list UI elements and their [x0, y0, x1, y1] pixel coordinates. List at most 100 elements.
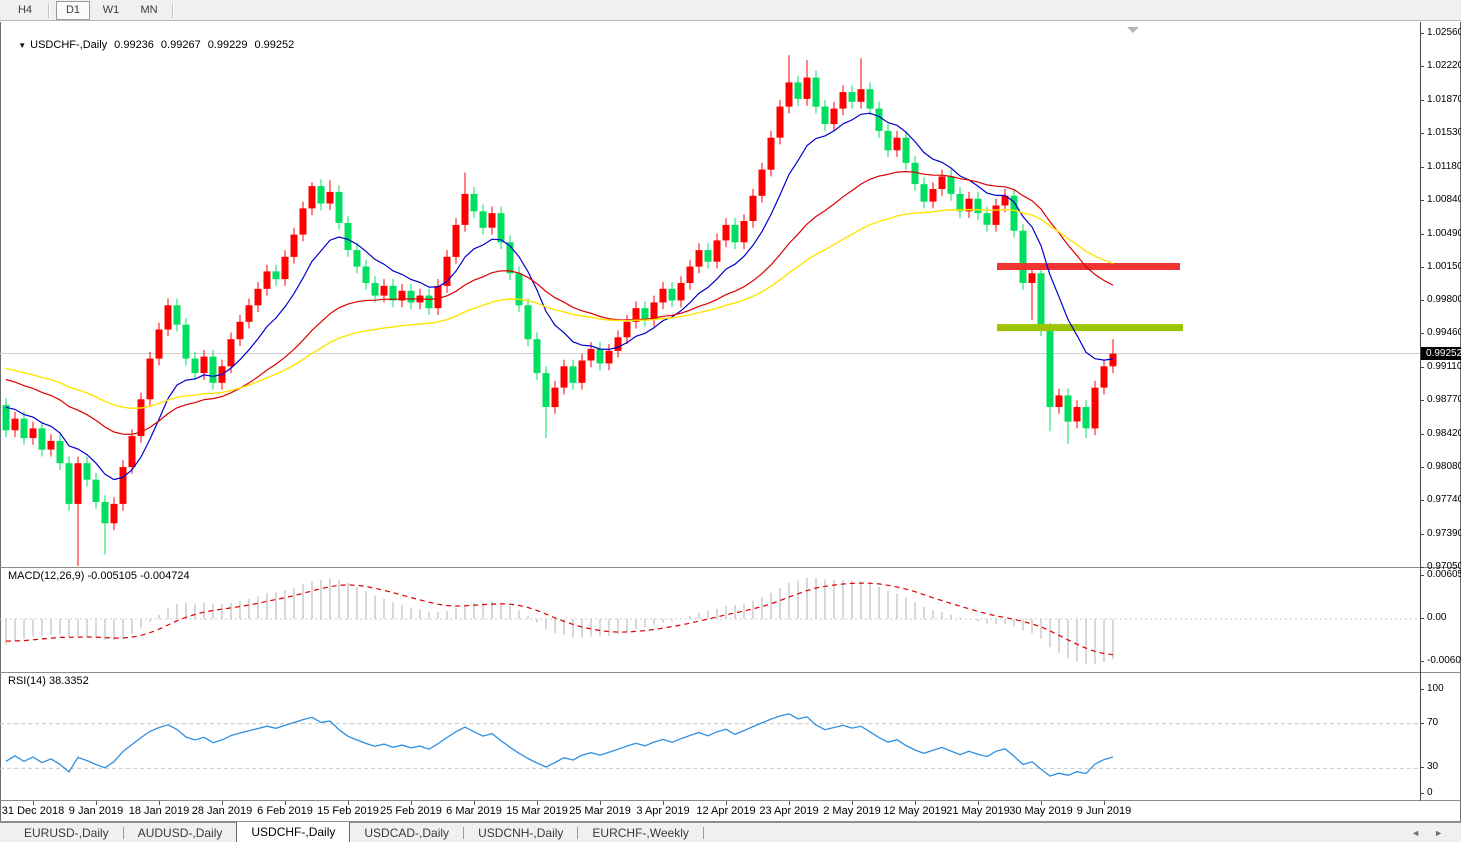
rsi-name: RSI(14): [8, 675, 46, 687]
axis-label: 0.99110: [1427, 361, 1461, 372]
rsi-value: 38.3352: [48, 675, 89, 687]
axis-label: 0.006058: [1427, 569, 1461, 580]
symbol-title: USDCHF-,Daily: [30, 39, 108, 51]
date-label: 31 Dec 2018: [1, 805, 65, 817]
axis-tick: [1421, 100, 1424, 101]
date-label: 30 May 2019: [1009, 805, 1073, 817]
axis-tick: [1421, 133, 1424, 134]
axis-label: 1.00490: [1427, 228, 1461, 239]
hline-support: [997, 324, 1183, 332]
axis-label: 1.02220: [1427, 60, 1461, 71]
date-label: 9 Jun 2019: [1076, 805, 1132, 817]
date-label: 25 Mar 2019: [569, 805, 631, 817]
axis-label: 0.00: [1427, 612, 1447, 623]
ma-fast-blue: [5, 112, 1114, 481]
current-price-badge: 0.99252: [1421, 347, 1461, 360]
price-axis[interactable]: 0.99252 1.02560 1.02220 1.01870 1.01530 1.01…: [1421, 22, 1461, 801]
tab-eurusd[interactable]: EURUSD-,Daily: [10, 823, 123, 842]
axis-tick: [1421, 793, 1424, 794]
chart-menu-arrow-icon[interactable]: ▼: [18, 41, 26, 50]
axis-tick: [1421, 534, 1424, 535]
timeframe-button-h4[interactable]: H4: [8, 1, 42, 20]
date-label: 3 Apr 2019: [636, 805, 690, 817]
macd-values: -0.005105 -0.004724: [87, 570, 190, 582]
ohlc-low: 0.99229: [207, 39, 248, 51]
date-label: 15 Feb 2019: [317, 805, 379, 817]
ohlc-close: 0.99252: [254, 39, 295, 51]
axis-label: 1.01530: [1427, 127, 1461, 138]
axis-tick: [1421, 575, 1424, 576]
mt4-chart-app: H4 D1 W1 MN ▼ USDCHF-,Daily 0.99236 0.99267…: [0, 0, 1461, 842]
axis-tick: [1421, 467, 1424, 468]
rsi-label: RSI(14) 38.3352: [8, 675, 89, 687]
axis-tick: [1421, 33, 1424, 34]
axis-label: -0.006096: [1427, 655, 1461, 666]
macd-label: MACD(12,26,9) -0.005105 -0.004724: [8, 570, 190, 582]
ma-mid-red: [5, 170, 1114, 435]
date-label: 15 Mar 2019: [506, 805, 568, 817]
toolbar-separator: [172, 2, 174, 18]
tab-usdcnh[interactable]: USDCNH-,Daily: [464, 823, 577, 842]
date-label: 12 Apr 2019: [696, 805, 756, 817]
axis-label: 0: [1427, 787, 1433, 798]
rsi-canvas[interactable]: [0, 673, 1420, 800]
axis-label: 1.01870: [1427, 94, 1461, 105]
tab-separator: [702, 826, 704, 839]
tab-eurchf[interactable]: EURCHF-,Weekly: [578, 823, 702, 842]
chart-title: ▼ USDCHF-,Daily 0.99236 0.99267 0.99229 0.992…: [6, 27, 294, 63]
ohlc-open: 0.99236: [114, 39, 154, 51]
toolbar-separator: [48, 2, 50, 18]
axis-tick: [1421, 689, 1424, 690]
date-axis[interactable]: 31 Dec 2018 9 Jan 2019 18 Jan 2019 28 Jan 2…: [0, 800, 1420, 822]
timeframe-button-w1[interactable]: W1: [94, 1, 128, 20]
date-label: 6 Mar 2019: [446, 805, 502, 817]
date-label: 2 May 2019: [823, 805, 881, 817]
axis-tick: [1421, 400, 1424, 401]
ma-slow-yellow: [5, 208, 1114, 410]
axis-label: 0.98770: [1427, 394, 1461, 405]
tab-scroll-right-button[interactable]: ►: [1434, 828, 1443, 838]
axis-label: 1.00840: [1427, 194, 1461, 205]
timeframe-button-mn[interactable]: MN: [132, 1, 166, 20]
axis-tick: [1421, 267, 1424, 268]
axis-label: 0.97390: [1427, 528, 1461, 539]
axis-label: 30: [1427, 761, 1439, 772]
axis-tick: [1421, 66, 1424, 67]
axis-tick: [1421, 434, 1424, 435]
date-label: 9 Jan 2019: [68, 805, 124, 817]
axis-tick: [1421, 618, 1424, 619]
price-chart-canvas[interactable]: [0, 22, 1420, 567]
axis-tick: [1421, 567, 1424, 568]
date-label: 21 May 2019: [946, 805, 1010, 817]
date-label: 25 Feb 2019: [380, 805, 442, 817]
tab-usdchf[interactable]: USDCHF-,Daily: [236, 822, 351, 842]
axis-label: 0.99460: [1427, 327, 1461, 338]
date-label: 23 Apr 2019: [759, 805, 819, 817]
date-label: 12 May 2019: [883, 805, 947, 817]
tab-audusd[interactable]: AUDUSD-,Daily: [124, 823, 237, 842]
macd-canvas[interactable]: [0, 568, 1420, 672]
axis-tick: [1421, 300, 1424, 301]
axis-label: 1.00150: [1427, 261, 1461, 272]
date-label: 18 Jan 2019: [128, 805, 190, 817]
axis-tick: [1421, 367, 1424, 368]
axis-label: 0.97740: [1427, 494, 1461, 505]
timeframe-toolbar: H4 D1 W1 MN: [0, 0, 1461, 21]
axis-label: 1.02560: [1427, 27, 1461, 38]
tab-scroll-left-button[interactable]: ◄: [1411, 828, 1420, 838]
symbol-tab-bar: EURUSD-,Daily AUDUSD-,Daily USDCHF-,Dail…: [0, 822, 1461, 842]
axis-tick: [1421, 723, 1424, 724]
axis-tick: [1421, 333, 1424, 334]
macd-name: MACD(12,26,9): [8, 570, 85, 582]
axis-tick: [1421, 500, 1424, 501]
timeframe-button-d1[interactable]: D1: [56, 0, 90, 20]
axis-label: 0.98420: [1427, 428, 1461, 439]
date-label: 28 Jan 2019: [191, 805, 253, 817]
axis-label: 70: [1427, 717, 1439, 728]
macd-histogram: [5, 577, 1114, 665]
tab-usdcad[interactable]: USDCAD-,Daily: [350, 823, 463, 842]
axis-tick: [1421, 200, 1424, 201]
chart-shift-marker-icon: [1127, 27, 1139, 33]
axis-label: 0.99800: [1427, 294, 1461, 305]
axis-tick: [1421, 167, 1424, 168]
